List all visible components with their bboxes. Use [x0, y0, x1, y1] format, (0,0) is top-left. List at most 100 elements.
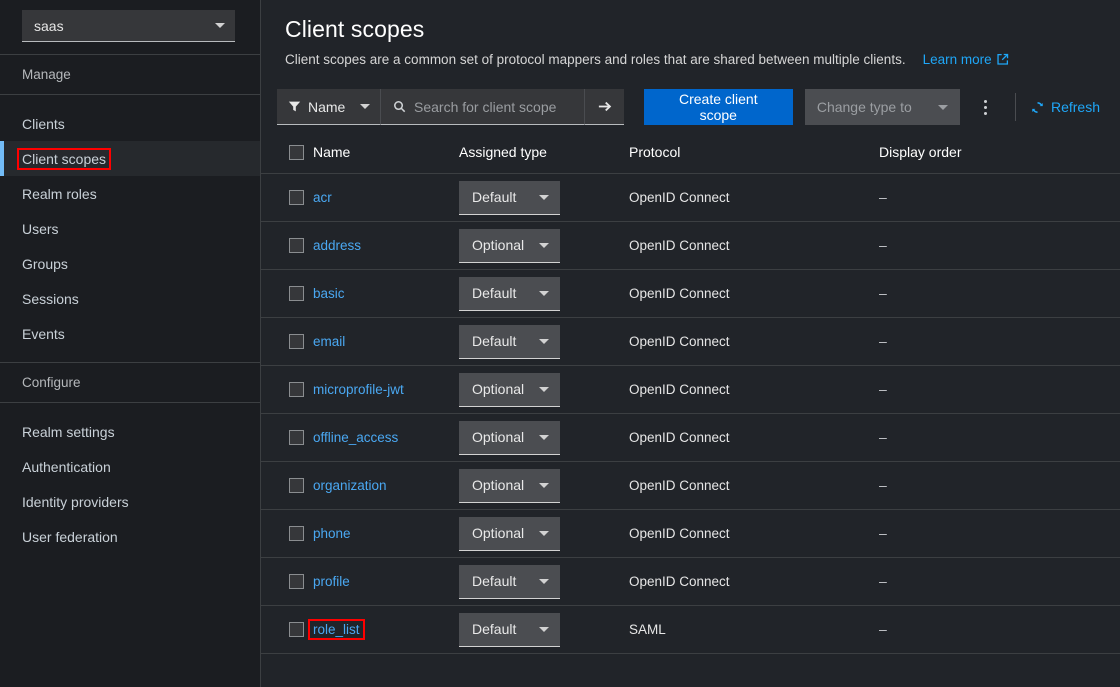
chevron-down-icon	[539, 290, 549, 296]
chevron-down-icon	[539, 626, 549, 632]
row-protocol-cell: OpenID Connect	[629, 317, 879, 366]
page-description: Client scopes are a common set of protoc…	[285, 52, 906, 67]
learn-more-link[interactable]: Learn more	[923, 52, 1009, 67]
row-checkbox[interactable]	[289, 574, 304, 589]
assigned-type-dropdown[interactable]: Optional	[459, 420, 560, 455]
display-order-value: –	[879, 476, 887, 493]
column-header-display-order[interactable]: Display order	[879, 135, 1120, 174]
row-assigned-type-cell: Default	[459, 173, 629, 222]
change-type-label: Change type to	[816, 99, 912, 115]
row-name-cell: address	[313, 221, 459, 270]
row-checkbox[interactable]	[289, 238, 304, 253]
protocol-value: OpenID Connect	[629, 285, 730, 301]
sidebar-item-label: Realm settings	[22, 423, 115, 440]
change-type-dropdown[interactable]: Change type to	[804, 89, 960, 125]
realm-selector[interactable]: saas	[22, 10, 235, 42]
sidebar-item-realm-settings[interactable]: Realm settings	[0, 414, 260, 449]
assigned-type-dropdown[interactable]: Optional	[459, 372, 560, 407]
row-checkbox[interactable]	[289, 286, 304, 301]
search-input[interactable]	[414, 98, 574, 115]
chevron-down-icon	[539, 242, 549, 248]
sidebar-item-events[interactable]: Events	[0, 316, 260, 351]
table-row[interactable]: phone Optional OpenID Connect –	[261, 509, 1120, 558]
table-row[interactable]: organization Optional OpenID Connect –	[261, 461, 1120, 510]
sidebar-item-realm-roles[interactable]: Realm roles	[0, 176, 260, 211]
column-header-assigned-type[interactable]: Assigned type	[459, 135, 629, 174]
sidebar-item-label: User federation	[22, 528, 118, 545]
column-header-protocol[interactable]: Protocol	[629, 135, 879, 174]
search-box[interactable]	[380, 89, 584, 125]
column-header-name[interactable]: Name	[313, 135, 459, 174]
client-scope-link[interactable]: profile	[313, 574, 350, 589]
row-checkbox-cell	[261, 605, 313, 654]
select-all-checkbox[interactable]	[289, 144, 304, 160]
assigned-type-dropdown[interactable]: Optional	[459, 468, 560, 503]
create-client-scope-button[interactable]: Create client scope	[643, 89, 793, 125]
row-checkbox[interactable]	[289, 478, 304, 493]
filter-dropdown-label: Name	[308, 98, 346, 115]
client-scope-link[interactable]: organization	[313, 478, 387, 493]
sidebar-item-user-federation[interactable]: User federation	[0, 519, 260, 554]
kebab-menu-button[interactable]	[968, 89, 1003, 125]
sidebar: saas Manage Clients Client scopes Realm …	[0, 0, 261, 687]
display-order-value: –	[879, 620, 887, 637]
table-header-row: Name Assigned type Protocol Display orde…	[261, 135, 1120, 174]
refresh-button[interactable]: Refresh	[1030, 99, 1100, 115]
row-checkbox[interactable]	[289, 190, 304, 205]
assigned-type-dropdown[interactable]: Default	[459, 180, 560, 215]
client-scope-link[interactable]: offline_access	[313, 430, 398, 445]
row-name-cell: profile	[313, 557, 459, 606]
table-row[interactable]: microprofile-jwt Optional OpenID Connect…	[261, 365, 1120, 414]
table-row[interactable]: basic Default OpenID Connect –	[261, 269, 1120, 318]
row-checkbox[interactable]	[289, 526, 304, 541]
row-checkbox[interactable]	[289, 430, 304, 445]
sidebar-item-identity-providers[interactable]: Identity providers	[0, 484, 260, 519]
chevron-down-icon	[937, 104, 948, 110]
sidebar-item-label: Identity providers	[22, 493, 129, 510]
row-display-order-cell: –	[879, 269, 1120, 318]
assigned-type-dropdown[interactable]: Default	[459, 324, 560, 359]
sidebar-item-label: Clients	[22, 115, 65, 132]
table-row[interactable]: address Optional OpenID Connect –	[261, 221, 1120, 270]
row-protocol-cell: OpenID Connect	[629, 269, 879, 318]
row-checkbox[interactable]	[289, 334, 304, 349]
row-checkbox-cell	[261, 509, 313, 558]
assigned-type-dropdown[interactable]: Default	[459, 612, 560, 647]
assigned-type-dropdown[interactable]: Default	[459, 564, 560, 599]
table-row[interactable]: profile Default OpenID Connect –	[261, 557, 1120, 606]
client-scope-link[interactable]: role_list	[308, 618, 365, 640]
sidebar-item-label: Authentication	[22, 458, 111, 475]
sidebar-item-label: Client scopes	[16, 147, 112, 170]
client-scope-link[interactable]: basic	[313, 286, 345, 301]
client-scope-link[interactable]: phone	[313, 526, 351, 541]
sidebar-item-clients[interactable]: Clients	[0, 106, 260, 141]
table-row[interactable]: email Default OpenID Connect –	[261, 317, 1120, 366]
row-checkbox[interactable]	[289, 382, 304, 397]
assigned-type-dropdown[interactable]: Optional	[459, 516, 560, 551]
sidebar-item-client-scopes[interactable]: Client scopes	[0, 141, 260, 176]
assigned-type-dropdown[interactable]: Optional	[459, 228, 560, 263]
table-row[interactable]: role_list Default SAML –	[261, 605, 1120, 654]
assigned-type-dropdown[interactable]: Default	[459, 276, 560, 311]
page-header: Client scopes Client scopes are a common…	[261, 0, 1120, 81]
search-submit-button[interactable]	[583, 89, 624, 125]
client-scope-link[interactable]: email	[313, 334, 345, 349]
row-protocol-cell: OpenID Connect	[629, 365, 879, 414]
client-scope-link[interactable]: microprofile-jwt	[313, 382, 404, 397]
sidebar-item-authentication[interactable]: Authentication	[0, 449, 260, 484]
select-all-cell	[261, 135, 313, 174]
row-checkbox[interactable]	[289, 622, 304, 637]
filter-dropdown[interactable]: Name	[277, 89, 380, 125]
protocol-value: OpenID Connect	[629, 477, 730, 493]
table-row[interactable]: offline_access Optional OpenID Connect –	[261, 413, 1120, 462]
sidebar-item-users[interactable]: Users	[0, 211, 260, 246]
client-scope-link[interactable]: address	[313, 238, 361, 253]
learn-more-label: Learn more	[922, 52, 992, 67]
table-row[interactable]: acr Default OpenID Connect –	[261, 173, 1120, 222]
sidebar-item-sessions[interactable]: Sessions	[0, 281, 260, 316]
toolbar: Name Create client scope Change type to	[261, 81, 1120, 135]
sidebar-item-label: Groups	[22, 255, 68, 272]
sidebar-item-groups[interactable]: Groups	[0, 246, 260, 281]
assigned-type-value: Optional	[472, 477, 525, 493]
client-scope-link[interactable]: acr	[313, 190, 332, 205]
